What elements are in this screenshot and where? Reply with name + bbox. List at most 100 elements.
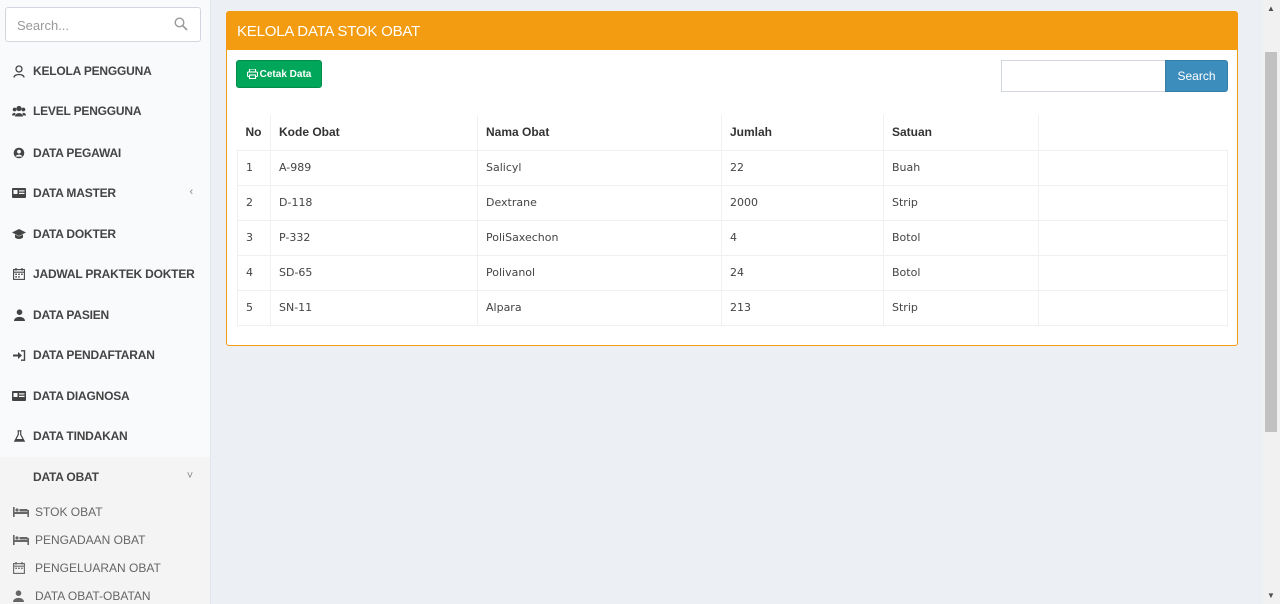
chevron-left-icon: ‹	[189, 186, 194, 198]
cell-nama-obat: Dextrane	[477, 184, 722, 221]
cell-kode-obat: A-989	[270, 149, 478, 186]
sidebar-item-label: DATA OBAT	[33, 470, 99, 484]
cell-kode-obat: P-332	[270, 219, 478, 256]
cell-empty	[1038, 149, 1228, 186]
search-button[interactable]: Search	[1165, 60, 1228, 92]
cell-satuan: Botol	[883, 254, 1039, 291]
cell-no: 2	[237, 184, 271, 221]
search-placeholder: Search...	[17, 18, 70, 33]
user-icon	[12, 308, 26, 322]
stok-obat-table: No Kode Obat Nama Obat Jumlah Satuan 1 A…	[237, 115, 1228, 326]
cell-nama-obat: Polivanol	[477, 254, 722, 291]
cell-kode-obat: SN-11	[270, 289, 478, 326]
submenu-item-data-obat-obatan[interactable]: DATA OBAT-OBATAN	[0, 582, 210, 604]
sidebar-search-input[interactable]: Search...	[5, 7, 201, 42]
sidebar-item-data-diagnosa[interactable]: DATA DIAGNOSA	[0, 376, 210, 416]
cell-jumlah: 213	[721, 289, 884, 326]
graduation-cap-icon	[12, 227, 26, 241]
cell-empty	[1038, 289, 1228, 326]
column-header-no: No	[237, 115, 271, 151]
user-icon	[13, 590, 29, 602]
sidebar-item-data-pegawai[interactable]: DATA PEGAWAI	[0, 133, 210, 173]
column-header-empty	[1039, 115, 1228, 150]
table-row: 2 D-118 Dextrane 2000 Strip	[237, 184, 1228, 221]
users-icon	[12, 104, 26, 118]
table-header-row: No Kode Obat Nama Obat Jumlah Satuan	[237, 115, 1228, 151]
flask-icon	[12, 429, 26, 443]
cell-empty	[1038, 184, 1228, 221]
sign-in-icon	[12, 348, 26, 362]
table-row: 1 A-989 Salicyl 22 Buah	[237, 149, 1228, 186]
column-header-jumlah: Jumlah	[721, 115, 884, 151]
column-header-satuan: Satuan	[883, 115, 1039, 151]
cell-satuan: Botol	[883, 219, 1039, 256]
print-button[interactable]: Cetak Data	[236, 60, 322, 88]
table-row: 4 SD-65 Polivanol 24 Botol	[237, 254, 1228, 291]
sidebar-item-data-dokter[interactable]: DATA DOKTER	[0, 214, 210, 254]
table-row: 3 P-332 PoliSaxechon 4 Botol	[237, 219, 1228, 256]
sidebar-item-label: DATA MASTER	[33, 186, 116, 200]
submenu-item-label: DATA OBAT-OBATAN	[35, 589, 151, 603]
submenu-item-label: PENGELUARAN OBAT	[35, 561, 161, 575]
cell-nama-obat: Salicyl	[477, 149, 722, 186]
sidebar-item-level-pengguna[interactable]: LEVEL PENGGUNA	[0, 91, 210, 131]
sidebar-item-label: DATA PASIEN	[33, 308, 110, 322]
cell-nama-obat: PoliSaxechon	[477, 219, 722, 256]
id-card-icon	[12, 186, 26, 200]
cell-jumlah: 24	[721, 254, 884, 291]
cell-no: 5	[237, 289, 271, 326]
submenu-item-pengadaan-obat[interactable]: PENGADAAN OBAT	[0, 526, 210, 554]
sidebar-item-data-pasien[interactable]: DATA PASIEN	[0, 295, 210, 335]
submenu-item-pengeluaran-obat[interactable]: PENGELUARAN OBAT	[0, 554, 210, 582]
chevron-down-icon: ˅	[186, 470, 193, 482]
sidebar-item-label: KELOLA PENGGUNA	[33, 64, 152, 78]
blank-icon	[12, 470, 26, 484]
submenu-item-stok-obat[interactable]: STOK OBAT	[0, 498, 210, 526]
submenu-data-obat: STOK OBAT PENGADAAN OBAT PENGELUARAN OBA…	[0, 497, 210, 604]
panel-title: KELOLA DATA STOK OBAT	[227, 12, 1237, 50]
sidebar-item-data-master[interactable]: DATA MASTER ‹	[0, 173, 210, 213]
id-card-icon	[12, 389, 26, 403]
cell-jumlah: 2000	[721, 184, 884, 221]
sidebar: Search... KELOLA PENGGUNA LEVEL PENGGUNA…	[0, 0, 211, 604]
page-scrollbar[interactable]: ▲ ▼	[1263, 0, 1280, 604]
cell-no: 3	[237, 219, 271, 256]
cell-satuan: Buah	[883, 149, 1039, 186]
table-row: 5 SN-11 Alpara 213 Strip	[237, 289, 1228, 326]
scroll-up-arrow-icon[interactable]: ▲	[1267, 4, 1275, 13]
column-header-kode-obat: Kode Obat	[270, 115, 478, 151]
cell-jumlah: 22	[721, 149, 884, 186]
table-search-input[interactable]	[1001, 60, 1166, 92]
sidebar-item-data-obat[interactable]: DATA OBAT ˅	[0, 457, 210, 497]
sidebar-item-kelola-pengguna[interactable]: KELOLA PENGGUNA	[0, 51, 210, 91]
sidebar-item-data-pendaftaran[interactable]: DATA PENDAFTARAN	[0, 335, 210, 375]
sidebar-item-label: DATA DOKTER	[33, 227, 116, 241]
sidebar-item-label: DATA TINDAKAN	[33, 429, 128, 443]
submenu-item-label: PENGADAAN OBAT	[35, 533, 146, 547]
bed-icon	[13, 506, 29, 518]
sidebar-item-label: DATA PEGAWAI	[33, 146, 122, 160]
sidebar-item-label: DATA DIAGNOSA	[33, 389, 130, 403]
calendar-icon	[13, 562, 29, 574]
search-icon[interactable]	[174, 17, 188, 31]
calendar-icon	[12, 267, 26, 281]
sidebar-item-jadwal-praktek-dokter[interactable]: JADWAL PRAKTEK DOKTER	[0, 254, 210, 294]
print-icon	[246, 69, 258, 79]
cell-kode-obat: D-118	[270, 184, 478, 221]
cell-no: 4	[237, 254, 271, 291]
user-outline-icon	[12, 64, 26, 78]
bed-icon	[13, 534, 29, 546]
sidebar-item-label: LEVEL PENGGUNA	[33, 104, 142, 118]
cell-satuan: Strip	[883, 184, 1039, 221]
submenu-item-label: STOK OBAT	[35, 505, 103, 519]
scroll-down-arrow-icon[interactable]: ▼	[1267, 591, 1275, 600]
user-circle-icon	[12, 146, 26, 160]
stok-obat-panel: KELOLA DATA STOK OBAT Cetak Data Search …	[226, 11, 1238, 346]
cell-empty	[1038, 219, 1228, 256]
cell-empty	[1038, 254, 1228, 291]
cell-jumlah: 4	[721, 219, 884, 256]
scrollbar-thumb[interactable]	[1265, 52, 1277, 432]
cell-no: 1	[237, 149, 271, 186]
cell-nama-obat: Alpara	[477, 289, 722, 326]
sidebar-item-data-tindakan[interactable]: DATA TINDAKAN	[0, 416, 210, 456]
